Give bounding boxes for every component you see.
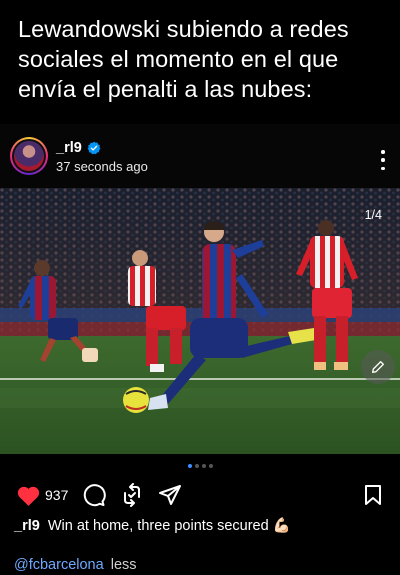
carousel-dot [187,464,192,468]
ball [123,387,149,413]
mention-link[interactable]: @fcbarcelona [14,557,104,573]
like-button[interactable]: 937 [16,484,68,507]
meme-caption-line: sociales el momento en el que [18,46,339,72]
meme-caption-line: Lewandowski subiendo a redes [18,16,349,42]
repost-button[interactable] [120,483,144,507]
carousel-dot [201,464,206,468]
save-button[interactable] [363,484,383,511]
meme-caption-line: envía el penalti a las nubes: [18,76,313,102]
image-counter: 1/4 [364,208,382,222]
post-image[interactable]: 1/4 [0,188,400,454]
football-photo [0,188,400,454]
bookmark-icon [365,485,381,505]
carousel-indicator [0,464,400,472]
share-button[interactable] [158,483,182,507]
meme-caption: Lewandowski subiendo a redes sociales el… [0,0,400,124]
caption-username[interactable]: _rl9 [14,518,40,534]
like-count[interactable]: 937 [45,487,68,503]
username[interactable]: _rl9 [56,140,82,156]
carousel-dot [208,464,213,468]
carousel-dot [194,464,199,468]
post-header: _rl9 37 seconds ago [0,124,400,188]
caption-mention-line: @fcbarcelona less [14,557,137,573]
comment-button[interactable] [82,483,107,507]
less-link[interactable]: less [111,557,137,573]
post-timestamp: 37 seconds ago [56,158,148,174]
comment-icon [84,484,107,507]
avatar-image [14,141,44,171]
verified-badge-icon [87,141,101,154]
user-block: _rl9 37 seconds ago [56,139,148,174]
post-caption: _rl9 Win at home, three points secured 💪… [14,517,291,534]
avatar[interactable] [10,137,48,175]
heart-icon [17,486,40,506]
share-icon [159,485,182,505]
more-vertical-icon[interactable] [380,150,386,170]
pencil-icon[interactable] [361,350,395,384]
action-bar: 937 [0,480,400,510]
caption-text: Win at home, three points secured 💪🏻 [47,518,291,534]
repost-icon [124,483,141,507]
